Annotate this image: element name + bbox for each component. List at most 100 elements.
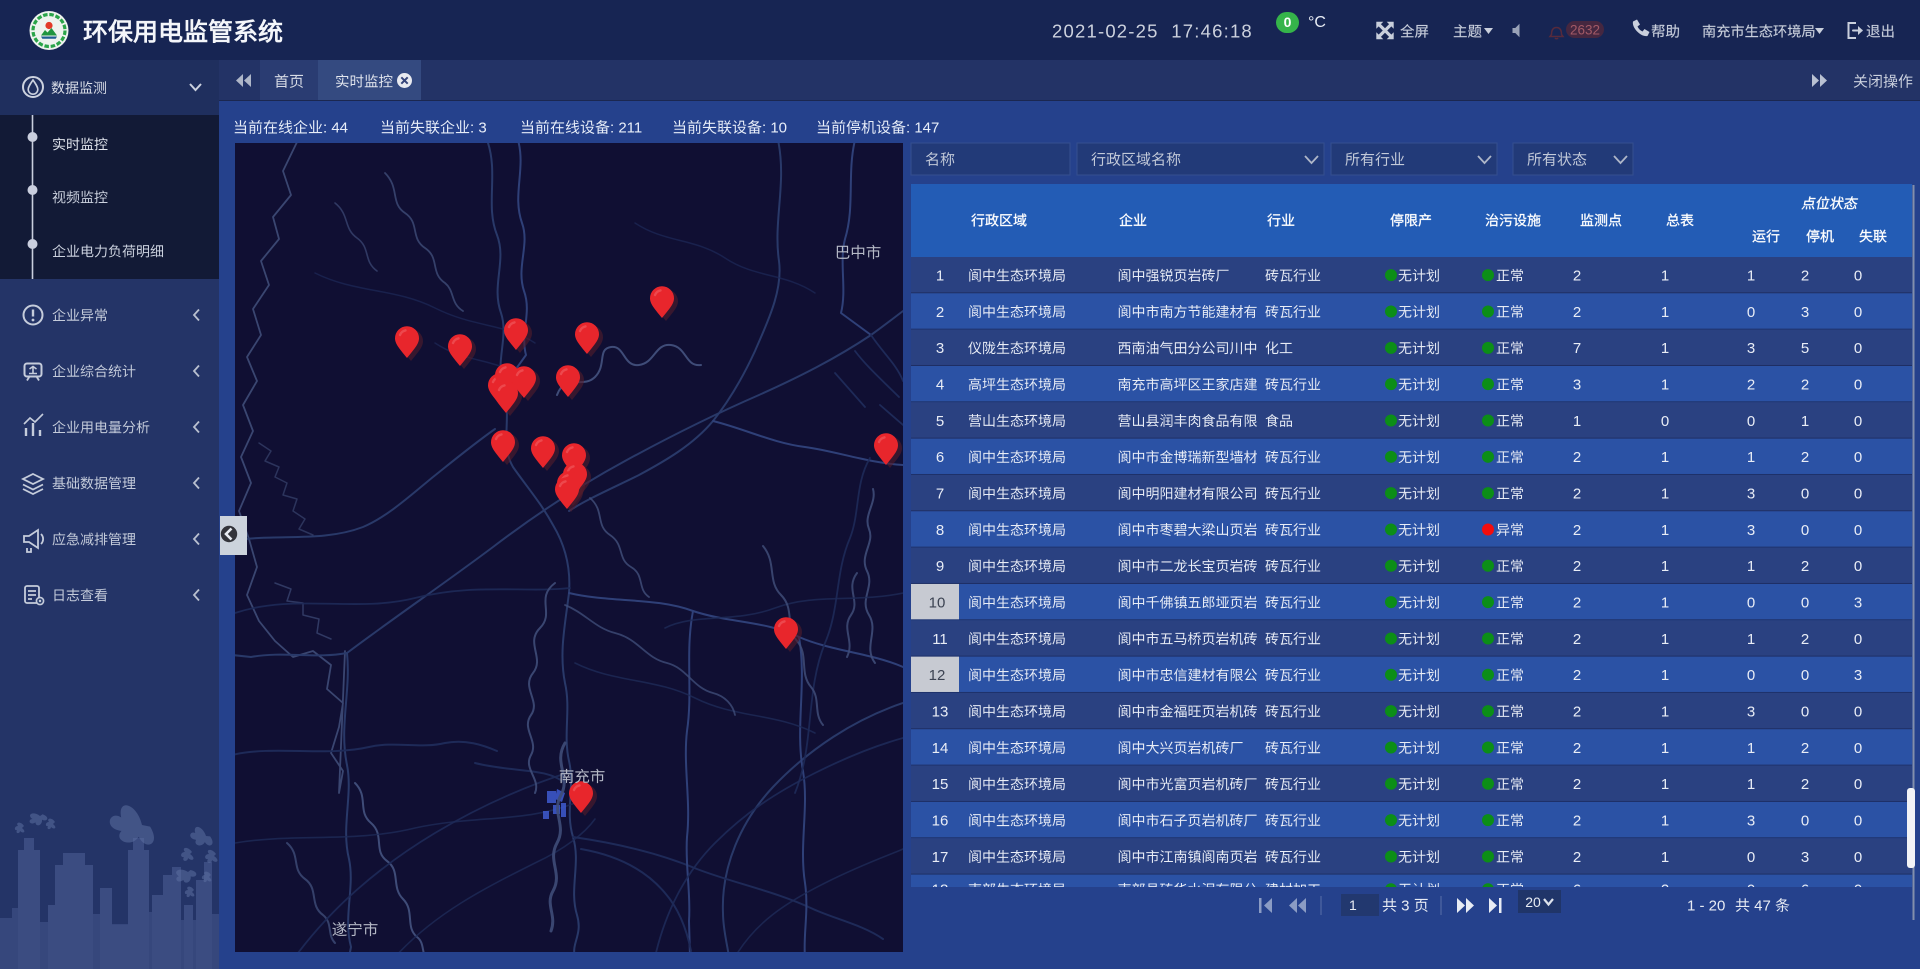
- svg-text:1: 1: [1661, 558, 1669, 575]
- svg-text:1: 1: [1661, 813, 1669, 830]
- svg-text:2: 2: [1573, 776, 1581, 793]
- svg-text:0: 0: [1801, 667, 1809, 684]
- svg-text:5: 5: [936, 413, 944, 430]
- svg-text:7: 7: [1573, 340, 1581, 357]
- svg-text:3: 3: [1801, 304, 1809, 321]
- svg-text:1 - 20: 1 - 20: [1687, 897, 1725, 914]
- svg-text:1: 1: [1661, 849, 1669, 866]
- svg-text:3: 3: [1854, 595, 1862, 612]
- svg-text:1: 1: [1661, 667, 1669, 684]
- svg-text:3: 3: [1747, 340, 1755, 357]
- svg-text:2632: 2632: [1570, 22, 1600, 37]
- svg-text:0: 0: [1854, 740, 1862, 757]
- svg-text:0: 0: [1854, 377, 1862, 394]
- svg-text:0: 0: [1854, 449, 1862, 466]
- svg-text:2: 2: [1747, 377, 1755, 394]
- svg-text:2: 2: [1573, 449, 1581, 466]
- svg-text:°C: °C: [1308, 14, 1326, 31]
- svg-text:2: 2: [1573, 849, 1581, 866]
- svg-text:1: 1: [1661, 631, 1669, 648]
- svg-text:0: 0: [1801, 595, 1809, 612]
- svg-text:2: 2: [1573, 631, 1581, 648]
- svg-text:0: 0: [1854, 486, 1862, 503]
- svg-text:2: 2: [1801, 776, 1809, 793]
- svg-text:3: 3: [936, 340, 944, 357]
- svg-text:2: 2: [1801, 449, 1809, 466]
- svg-text:17: 17: [932, 849, 949, 866]
- svg-text:3: 3: [1801, 849, 1809, 866]
- svg-text:2: 2: [1801, 268, 1809, 285]
- svg-text:0: 0: [1854, 522, 1862, 539]
- svg-text:47: 47: [1750, 897, 1775, 914]
- svg-text:1: 1: [1661, 704, 1669, 721]
- svg-text:0: 0: [1854, 340, 1862, 357]
- svg-text:1: 1: [1661, 304, 1669, 321]
- svg-text:1: 1: [1747, 776, 1755, 793]
- svg-text:1: 1: [1747, 740, 1755, 757]
- svg-text:1: 1: [936, 268, 944, 285]
- svg-text:3: 3: [1573, 377, 1581, 394]
- svg-text:1: 1: [1573, 413, 1581, 430]
- svg-text:3: 3: [1747, 813, 1755, 830]
- svg-text:: 147: : 147: [906, 119, 939, 136]
- svg-text:0: 0: [1747, 849, 1755, 866]
- svg-text:16: 16: [932, 813, 949, 830]
- svg-text:0: 0: [1854, 631, 1862, 648]
- svg-text:1: 1: [1661, 595, 1669, 612]
- svg-text:5: 5: [1801, 340, 1809, 357]
- svg-text:1: 1: [1661, 268, 1669, 285]
- svg-text:1: 1: [1661, 740, 1669, 757]
- svg-text:2: 2: [936, 304, 944, 321]
- svg-text:8: 8: [936, 522, 944, 539]
- svg-text:2: 2: [1801, 377, 1809, 394]
- svg-text:0: 0: [1854, 704, 1862, 721]
- svg-text:1: 1: [1747, 268, 1755, 285]
- svg-text:2: 2: [1573, 522, 1581, 539]
- svg-text:: 10: : 10: [762, 119, 787, 136]
- svg-text:0: 0: [1801, 813, 1809, 830]
- svg-text:10: 10: [929, 595, 946, 612]
- svg-text:2: 2: [1801, 631, 1809, 648]
- svg-text:1: 1: [1661, 449, 1669, 466]
- svg-text:1: 1: [1801, 413, 1809, 430]
- svg-text:0: 0: [1801, 522, 1809, 539]
- svg-text:2021-02-25 17:46:18: 2021-02-25 17:46:18: [1052, 21, 1253, 42]
- svg-text:3: 3: [1747, 486, 1755, 503]
- svg-text:0: 0: [1747, 413, 1755, 430]
- svg-text:9: 9: [936, 558, 944, 575]
- svg-text:13: 13: [932, 704, 949, 721]
- svg-text:6: 6: [936, 449, 944, 466]
- svg-text:0: 0: [1801, 704, 1809, 721]
- svg-text:2: 2: [1573, 268, 1581, 285]
- svg-text:0: 0: [1854, 558, 1862, 575]
- svg-text:2: 2: [1573, 667, 1581, 684]
- svg-text:2: 2: [1573, 740, 1581, 757]
- svg-text:0: 0: [1854, 776, 1862, 793]
- svg-text:1: 1: [1661, 340, 1669, 357]
- svg-text:1: 1: [1747, 631, 1755, 648]
- svg-text:0: 0: [1747, 595, 1755, 612]
- svg-text:15: 15: [932, 776, 949, 793]
- svg-text:4: 4: [936, 377, 944, 394]
- svg-text:0: 0: [1854, 413, 1862, 430]
- svg-text:2: 2: [1573, 813, 1581, 830]
- svg-text:2: 2: [1573, 558, 1581, 575]
- svg-text:1: 1: [1661, 377, 1669, 394]
- svg-text:: 44: : 44: [323, 119, 348, 136]
- svg-text:14: 14: [932, 740, 949, 757]
- svg-text:3: 3: [1397, 897, 1414, 914]
- svg-text:0: 0: [1854, 813, 1862, 830]
- svg-text:1: 1: [1661, 522, 1669, 539]
- svg-text:1: 1: [1661, 776, 1669, 793]
- svg-text:0: 0: [1854, 304, 1862, 321]
- svg-text:1: 1: [1661, 486, 1669, 503]
- svg-text:0: 0: [1854, 849, 1862, 866]
- svg-text:1: 1: [1747, 449, 1755, 466]
- svg-text:: 211: : 211: [610, 119, 642, 136]
- svg-text:2: 2: [1573, 704, 1581, 721]
- svg-text:0: 0: [1284, 14, 1292, 30]
- svg-text:2: 2: [1801, 740, 1809, 757]
- svg-text:3: 3: [1854, 667, 1862, 684]
- svg-text:3: 3: [1747, 522, 1755, 539]
- svg-text:7: 7: [936, 486, 944, 503]
